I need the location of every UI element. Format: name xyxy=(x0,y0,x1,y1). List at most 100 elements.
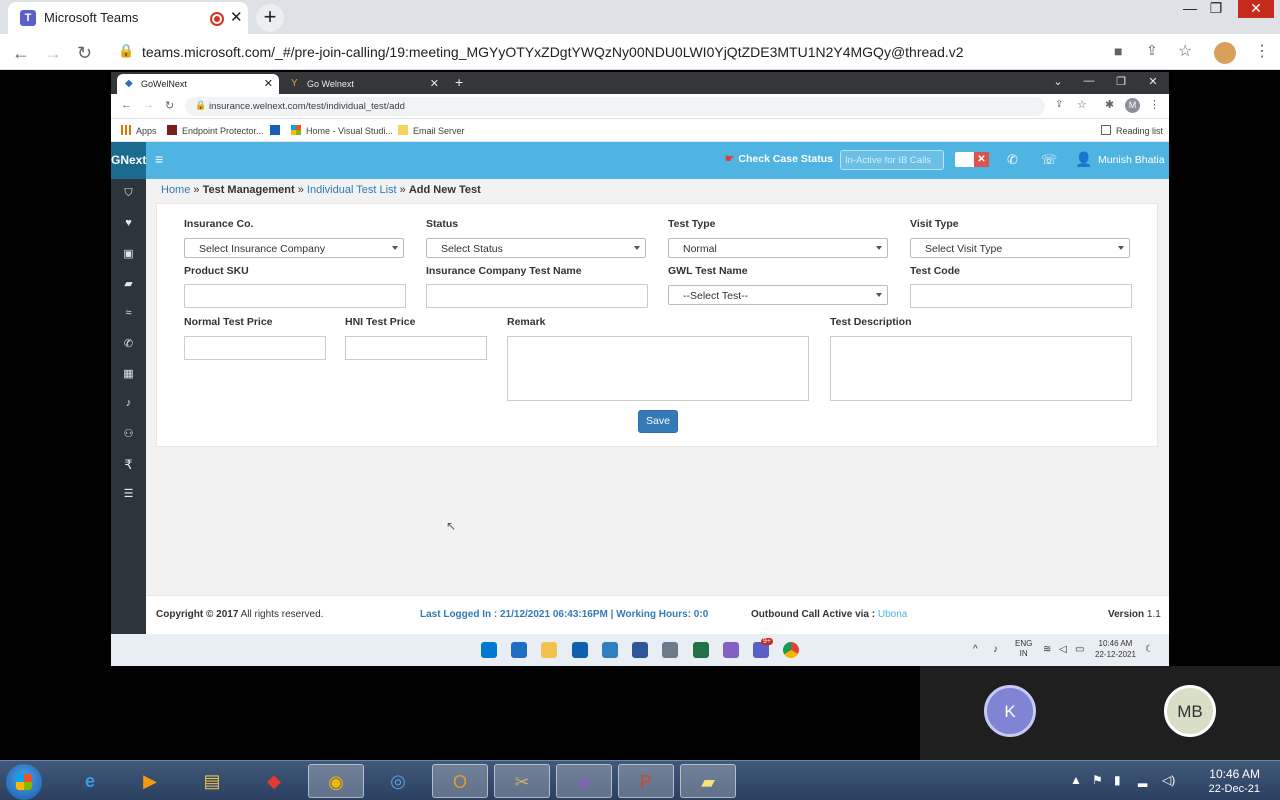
test-type-select[interactable]: Normal xyxy=(668,238,888,258)
powerpoint-icon[interactable]: P xyxy=(618,764,674,798)
hni-price-input[interactable] xyxy=(345,336,487,360)
tray-clock[interactable]: 10:46 AM 22-12-2021 xyxy=(1095,638,1136,660)
inner-menu-icon[interactable]: ⋮ xyxy=(1149,98,1160,111)
extensions-icon[interactable]: ✱ xyxy=(1105,98,1114,111)
tray-language[interactable]: ENG IN xyxy=(1015,639,1032,659)
window-close-button[interactable]: ✕ xyxy=(1238,0,1274,18)
participant-avatar-k[interactable]: K xyxy=(984,685,1036,737)
profile-avatar[interactable] xyxy=(1214,42,1236,64)
book-icon[interactable]: ▰ xyxy=(111,277,146,290)
inner-profile-avatar[interactable]: M xyxy=(1125,98,1140,113)
tray-arrow-icon[interactable]: ▲ xyxy=(1070,773,1082,787)
outlook-icon[interactable] xyxy=(572,642,588,658)
new-tab-button[interactable]: + xyxy=(256,4,284,32)
ib-calls-toggle[interactable]: ✕ xyxy=(955,152,989,167)
inner-forward-icon[interactable]: → xyxy=(143,99,154,111)
breadcrumb-individual-test-list[interactable]: Individual Test List xyxy=(307,184,397,196)
reading-list[interactable]: Reading list xyxy=(1101,125,1163,136)
inner-restore-icon[interactable]: ❐ xyxy=(1109,75,1133,88)
camera-icon[interactable]: ■ xyxy=(1114,43,1122,59)
rupee-icon[interactable]: ₹ xyxy=(111,457,146,473)
calendar-icon[interactable]: ▦ xyxy=(111,367,146,380)
bookmark-apps[interactable]: Apps xyxy=(121,125,157,136)
start-button[interactable] xyxy=(6,764,42,800)
remote-icon[interactable]: ◎ xyxy=(370,764,426,798)
tray-volume-icon[interactable]: ◁ xyxy=(1059,644,1067,655)
inner-star-icon[interactable]: ☆ xyxy=(1077,98,1087,111)
clock-date[interactable]: 22-Dec-21 xyxy=(1190,783,1260,795)
media-player-icon[interactable]: ▶ xyxy=(122,764,178,798)
address-bar[interactable]: 🔒 teams.microsoft.com/_#/pre-join-callin… xyxy=(110,38,1210,66)
visual-studio-taskbar-icon[interactable]: ◈ xyxy=(556,764,612,798)
ib-calls-status-field[interactable]: In-Active for IB Calls xyxy=(840,150,944,170)
phone-icon[interactable]: ☏ xyxy=(1041,152,1057,168)
tray-wifi-icon[interactable]: ≋ xyxy=(1043,644,1051,655)
microphone-icon[interactable]: ♪ xyxy=(111,397,146,409)
normal-price-input[interactable] xyxy=(184,336,326,360)
notepad-icon[interactable] xyxy=(602,642,618,658)
inner-tab-gowelnext[interactable]: ◆ GoWelNext ✕ xyxy=(117,74,279,94)
explorer-folder-icon[interactable]: ▤ xyxy=(184,764,240,798)
test-code-input[interactable] xyxy=(910,284,1132,308)
close-tab-icon[interactable]: ✕ xyxy=(430,77,439,90)
tray-battery-icon[interactable]: ▭ xyxy=(1075,644,1084,655)
chrome-taskbar-icon[interactable]: ◉ xyxy=(308,764,364,798)
briefcase-icon[interactable]: ▣ xyxy=(111,247,146,260)
participant-avatar-mb[interactable]: MB xyxy=(1164,685,1216,737)
battery-icon[interactable]: ▮ xyxy=(1114,773,1121,787)
inner-back-icon[interactable]: ← xyxy=(121,99,132,111)
remark-textarea[interactable] xyxy=(507,336,809,401)
tools-icon[interactable]: ✂ xyxy=(494,764,550,798)
restore-icon[interactable]: ❐ xyxy=(1204,0,1228,18)
back-icon[interactable]: ← xyxy=(12,43,30,64)
handshake-icon[interactable]: ≈ xyxy=(111,307,146,319)
hamburger-menu-icon[interactable]: ≡ xyxy=(155,151,163,167)
user-name[interactable]: Munish Bhatia xyxy=(1098,154,1165,166)
heartbeat-icon[interactable]: ♥ xyxy=(111,217,146,229)
breadcrumb-home[interactable]: Home xyxy=(161,184,190,196)
visit-type-select[interactable]: Select Visit Type xyxy=(910,238,1130,258)
anydesk-icon[interactable]: ◆ xyxy=(246,764,302,798)
inner-share-icon[interactable]: ⇪ xyxy=(1055,99,1063,110)
signal-icon[interactable]: ▂ xyxy=(1138,773,1147,787)
bookmark-endpoint[interactable]: Endpoint Protector... xyxy=(167,125,264,136)
bookmark-email[interactable]: Email Server xyxy=(398,125,465,136)
chrome-icon[interactable] xyxy=(783,642,799,658)
close-tab-icon[interactable]: ✕ xyxy=(264,77,273,90)
flag-icon[interactable]: ⚑ xyxy=(1092,773,1103,787)
brand-logo[interactable]: GNext xyxy=(111,142,146,179)
inner-reload-icon[interactable]: ↻ xyxy=(165,99,174,112)
product-sku-input[interactable] xyxy=(184,284,406,308)
save-button[interactable]: Save xyxy=(638,410,678,433)
test-description-textarea[interactable] xyxy=(830,336,1132,401)
share-icon[interactable]: ⇪ xyxy=(1146,42,1158,59)
call-transfer-icon[interactable]: ✆ xyxy=(1007,152,1018,168)
inner-tab-go-welnext[interactable]: Y Go Welnext ✕ xyxy=(283,74,445,94)
close-tab-icon[interactable]: ✕ xyxy=(230,8,243,26)
excel-icon[interactable] xyxy=(693,642,709,658)
inner-close-icon[interactable]: ✕ xyxy=(1141,75,1165,88)
status-select[interactable]: Select Status xyxy=(426,238,646,258)
forward-icon[interactable]: → xyxy=(44,43,62,64)
list-icon[interactable]: ☰ xyxy=(111,487,146,500)
clock-time[interactable]: 10:46 AM xyxy=(1190,767,1260,781)
outer-tab-teams[interactable]: T Microsoft Teams ✕ xyxy=(8,2,248,34)
ic-test-name-input[interactable] xyxy=(426,284,648,308)
insurance-select[interactable]: Select Insurance Company xyxy=(184,238,404,258)
check-case-status-link[interactable]: ☛ Check Case Status xyxy=(725,153,833,165)
outlook-taskbar-icon[interactable]: O xyxy=(432,764,488,798)
word-icon[interactable] xyxy=(632,642,648,658)
phone-forward-icon[interactable]: ✆ xyxy=(111,337,146,350)
gwl-test-name-select[interactable]: --Select Test-- xyxy=(668,285,888,305)
bookmark-star-icon[interactable]: ☆ xyxy=(1178,41,1192,61)
inner-minimize-icon[interactable]: — xyxy=(1077,75,1101,87)
notes-icon[interactable] xyxy=(662,642,678,658)
inner-address-bar[interactable]: 🔒 insurance.welnext.com/test/individual_… xyxy=(185,97,1045,116)
sticky-notes-icon[interactable]: ▰ xyxy=(680,764,736,798)
minimize-icon[interactable]: — xyxy=(1178,0,1202,18)
users-icon[interactable]: ⚇ xyxy=(111,427,146,440)
bookmark-eset[interactable] xyxy=(270,125,285,136)
reload-icon[interactable]: ↻ xyxy=(77,43,92,64)
mail-icon[interactable] xyxy=(511,642,527,658)
shield-icon[interactable]: ⛉ xyxy=(111,187,146,200)
